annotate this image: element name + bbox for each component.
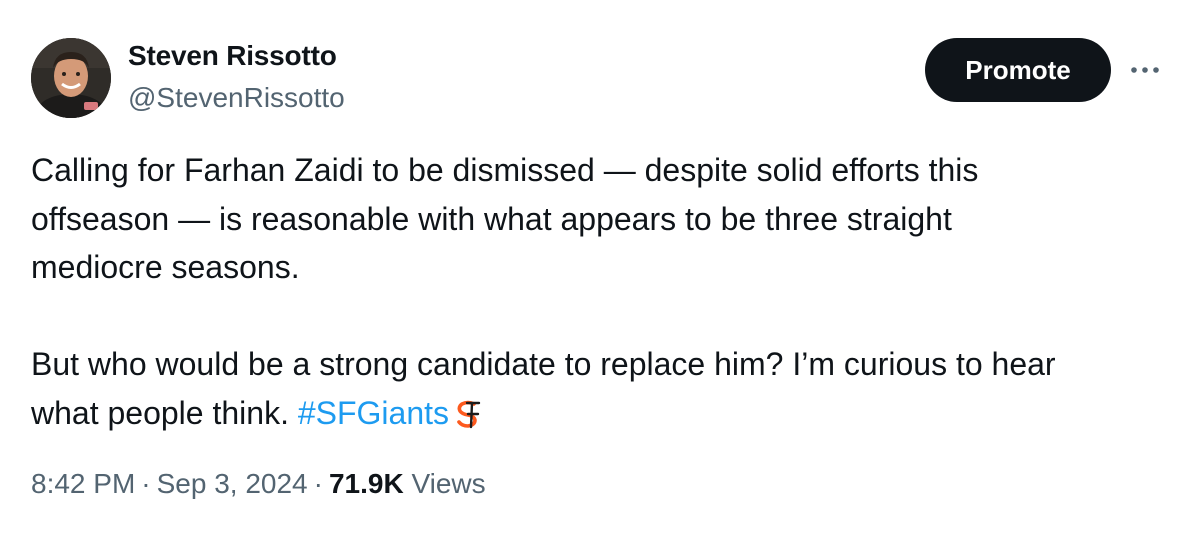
author-handle[interactable]: @StevenRissotto xyxy=(128,82,345,114)
tweet-line: what people think. xyxy=(31,394,298,431)
views-link[interactable]: 71.9K Views xyxy=(329,468,486,499)
tweet-line: mediocre seasons. xyxy=(31,249,300,285)
author-display-name[interactable]: Steven Rissotto xyxy=(128,40,337,72)
tweet-time: 8:42 PM xyxy=(31,468,136,499)
tweet-text: Calling for Farhan Zaidi to be dismissed… xyxy=(31,146,1171,443)
views-count: 71.9K xyxy=(328,468,404,499)
avatar[interactable] xyxy=(31,38,111,118)
hashtag-link[interactable]: #SFGiants xyxy=(298,395,449,431)
tweet-date: Sep 3, 2024 xyxy=(156,468,308,499)
tweet-line: But who would be a strong candidate to r… xyxy=(31,346,1056,382)
more-horizontal-icon xyxy=(1131,67,1159,73)
separator: · xyxy=(313,468,323,499)
sf-giants-logo-icon xyxy=(455,395,483,444)
avatar-photo-icon xyxy=(31,38,111,118)
tweet-paragraph-2: But who would be a strong candidate to r… xyxy=(31,340,1171,443)
views-label: Views xyxy=(411,468,486,499)
tweet-metadata: 8:42 PM · Sep 3, 2024 · 71.9K Views xyxy=(31,468,486,500)
tweet-line: Calling for Farhan Zaidi to be dismissed… xyxy=(31,152,979,188)
tweet-timestamp[interactable]: 8:42 PM · Sep 3, 2024 xyxy=(31,468,308,499)
separator: · xyxy=(141,468,151,499)
tweet-line: offseason — is reasonable with what appe… xyxy=(31,200,952,237)
more-options-button[interactable] xyxy=(1124,55,1166,85)
tweet-card: Steven Rissotto @StevenRissotto Promote … xyxy=(0,0,1196,538)
tweet-paragraph-1: Calling for Farhan Zaidi to be dismissed… xyxy=(31,146,1171,292)
promote-button[interactable]: Promote xyxy=(925,38,1111,102)
